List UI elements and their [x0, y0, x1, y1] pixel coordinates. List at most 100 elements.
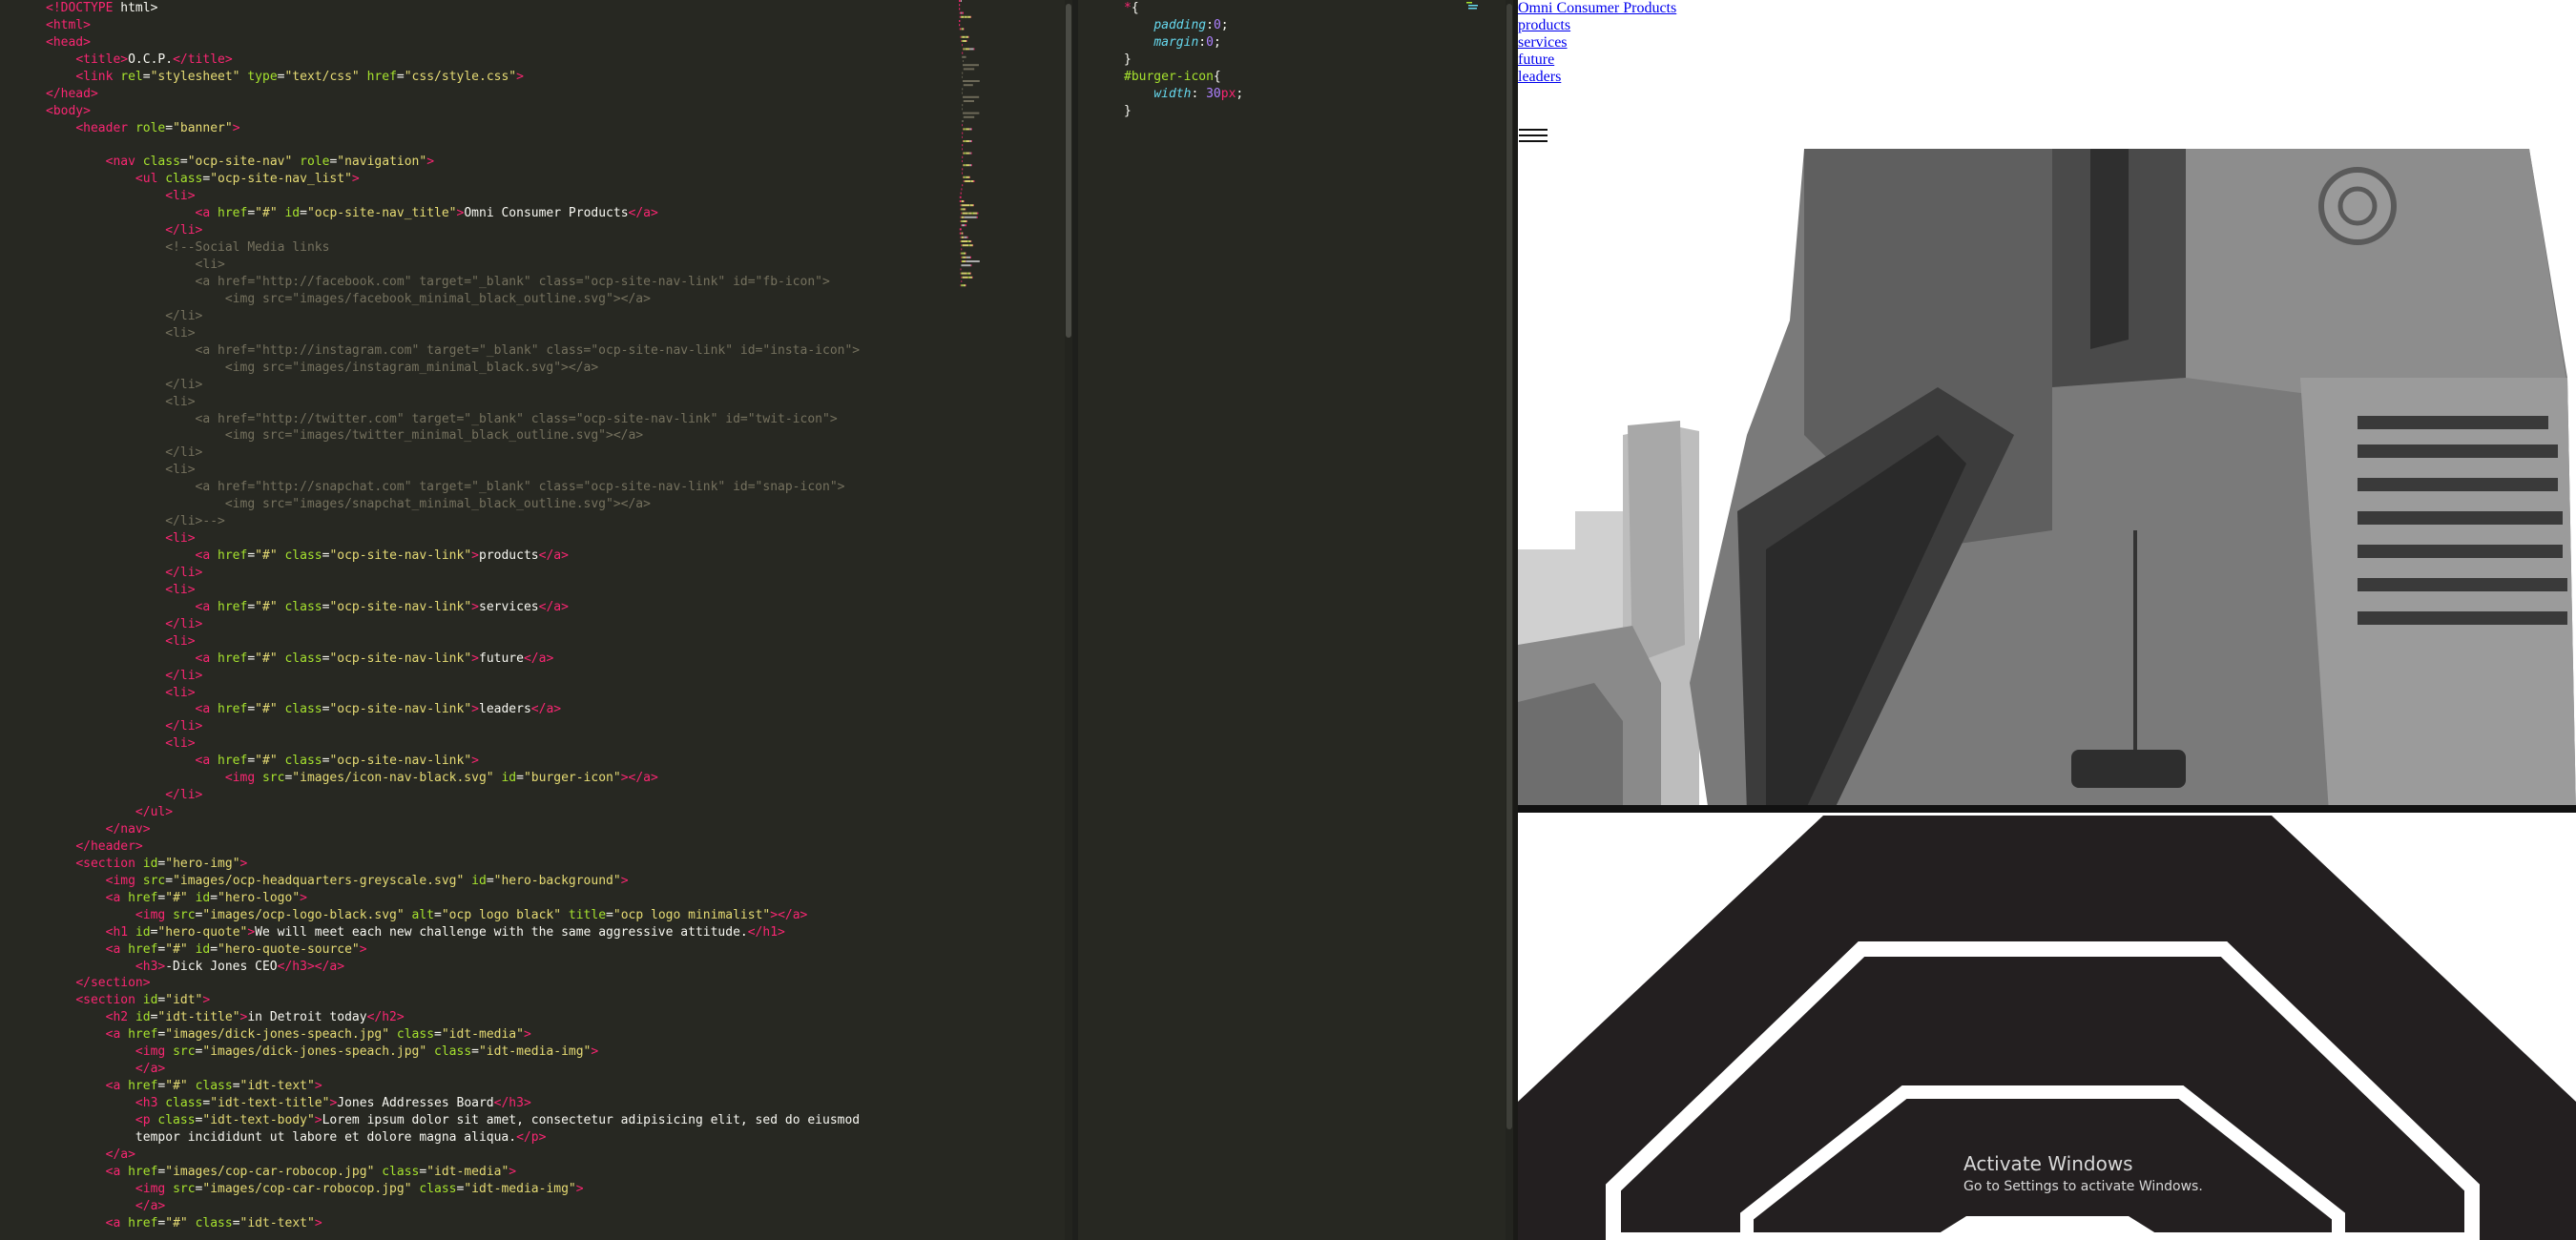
html-code-line[interactable]: 44 <li>	[46, 735, 952, 753]
html-code-line[interactable]: 15 <!--Social Media links	[46, 239, 952, 257]
html-code-line[interactable]: 38 <li>	[46, 633, 952, 651]
html-code-line[interactable]: 11 <ul class="ocp-site-nav_list">	[46, 171, 952, 188]
html-code-line[interactable]: 66 <p class="idt-text-body">Lorem ipsum …	[46, 1112, 952, 1129]
html-code-line[interactable]: 58 </section>	[46, 975, 952, 992]
html-code-line[interactable]: 24 <li>	[46, 394, 952, 411]
html-code-line[interactable]: 52 <img src="images/ocp-headquarters-gre…	[46, 873, 952, 890]
html-code-line[interactable]: 72 <a href="#" class="idt-text">	[46, 1215, 952, 1232]
html-code-line[interactable]: 43 </li>	[46, 718, 952, 735]
html-code-line[interactable]: 34 </li>	[46, 565, 952, 582]
html-code-line[interactable]: 71 </a>	[46, 1198, 952, 1215]
html-code-line[interactable]: 50 </header>	[46, 838, 952, 856]
css-code-line[interactable]: 2 padding:0;	[1124, 17, 1439, 34]
nav-link-products[interactable]: products	[1518, 17, 2576, 34]
html-code-line[interactable]: 39 <a href="#" class="ocp-site-nav-link"…	[46, 651, 952, 668]
html-code-line[interactable]: 35 <li>	[46, 582, 952, 599]
css-code-line[interactable]: 7}	[1124, 103, 1439, 120]
html-code-line[interactable]: 59 <section id="idt">	[46, 992, 952, 1009]
html-code-line[interactable]: 29 <a href="http://snapchat.com" target=…	[46, 479, 952, 496]
html-code-line[interactable]: 27 </li>	[46, 444, 952, 462]
html-code-line[interactable]: 21 <a href="http://instagram.com" target…	[46, 342, 952, 360]
html-code-line[interactable]: 67 tempor incididunt ut labore et dolore…	[46, 1129, 952, 1147]
html-code-line[interactable]: 8 <header role="banner">	[46, 120, 952, 137]
minimap-stroke	[962, 144, 964, 147]
html-code-line[interactable]: 62 <img src="images/dick-jones-speach.jp…	[46, 1044, 952, 1061]
html-code-line[interactable]: 6</head>	[46, 86, 952, 103]
html-code-line[interactable]: 17 <a href="http://facebook.com" target=…	[46, 274, 952, 291]
html-code-line[interactable]: 48 </ul>	[46, 804, 952, 821]
html-code-line[interactable]: 26 <img src="images/twitter_minimal_blac…	[46, 427, 952, 444]
html-code-line[interactable]: 46 <img src="images/icon-nav-black.svg" …	[46, 770, 952, 787]
html-code-line[interactable]: 51 <section id="hero-img">	[46, 856, 952, 873]
browser-preview[interactable]: Omni Consumer Products products services…	[1518, 0, 2576, 1240]
html-code-line[interactable]: 68 </a>	[46, 1147, 952, 1164]
html-code-line[interactable]: 22 <img src="images/instagram_minimal_bl…	[46, 360, 952, 377]
html-code-line[interactable]: 37 </li>	[46, 616, 952, 633]
html-code-line[interactable]: 33 <a href="#" class="ocp-site-nav-link"…	[46, 548, 952, 565]
html-code-line[interactable]: 55 <h1 id="hero-quote">We will meet each…	[46, 924, 952, 941]
html-code-line[interactable]: 45 <a href="#" class="ocp-site-nav-link"…	[46, 753, 952, 770]
html-code-line[interactable]: 31 </li>-->	[46, 513, 952, 530]
html-code-line[interactable]: 56 <a href="#" id="hero-quote-source">	[46, 941, 952, 959]
html-code-line[interactable]: 61 <a href="images/dick-jones-speach.jpg…	[46, 1026, 952, 1044]
html-code-line[interactable]: 19 </li>	[46, 308, 952, 325]
html-code-line[interactable]: 42 <a href="#" class="ocp-site-nav-link"…	[46, 701, 952, 718]
html-code-line[interactable]: 23 </li>	[46, 377, 952, 394]
css-editor-pane[interactable]: 1*{2 padding:0;3 margin:0;4}5#burger-ico…	[1078, 0, 1515, 1240]
html-code-line[interactable]: 16 <li>	[46, 257, 952, 274]
html-code-line[interactable]: 64 <a href="#" class="idt-text">	[46, 1078, 952, 1095]
css-code-line[interactable]: 3 margin:0;	[1124, 34, 1439, 52]
html-code-line[interactable]: 41 <li>	[46, 685, 952, 702]
css-code-line[interactable]: 8	[1124, 120, 1439, 137]
html-code-line[interactable]: 28 <li>	[46, 462, 952, 479]
html-code-line[interactable]: 49 </nav>	[46, 821, 952, 838]
html-code-line[interactable]: 18 <img src="images/facebook_minimal_bla…	[46, 291, 952, 308]
html-code-line[interactable]: 14 </li>	[46, 222, 952, 239]
html-code-line[interactable]: 57 <h3>-Dick Jones CEO</h3></a>	[46, 959, 952, 976]
html-code-line[interactable]: 10 <nav class="ocp-site-nav" role="navig…	[46, 154, 952, 171]
html-code-line[interactable]: 47 </li>	[46, 787, 952, 804]
css-code-line[interactable]: 1*{	[1124, 0, 1439, 17]
html-code-line[interactable]: 54 <img src="images/ocp-logo-black.svg" …	[46, 907, 952, 924]
html-code-line[interactable]: 5 <link rel="stylesheet" type="text/css"…	[46, 69, 952, 86]
html-code-line[interactable]: 53 <a href="#" id="hero-logo">	[46, 890, 952, 907]
html-code-line[interactable]: 3<head>	[46, 34, 952, 52]
html-code-line[interactable]: 1<!DOCTYPE html>	[46, 0, 952, 17]
html-code-line[interactable]: 9	[46, 137, 952, 155]
html-editor-pane[interactable]: 1<!DOCTYPE html>2<html>3<head>4 <title>O…	[0, 0, 1067, 1240]
html-code-line[interactable]: 4 <title>O.C.P.</title>	[46, 52, 952, 69]
nav-title-link[interactable]: Omni Consumer Products	[1518, 0, 2576, 17]
nav-link-services[interactable]: services	[1518, 34, 2576, 52]
html-code-line[interactable]: 12 <li>	[46, 188, 952, 205]
nav-link-leaders[interactable]: leaders	[1518, 69, 2576, 86]
html-code-line[interactable]: 30 <img src="images/snapchat_minimal_bla…	[46, 496, 952, 513]
html-code-line[interactable]: 25 <a href="http://twitter.com" target="…	[46, 411, 952, 428]
css-code-area[interactable]: 1*{2 padding:0;3 margin:0;4}5#burger-ico…	[1124, 0, 1439, 1240]
html-editor-scrollbar[interactable]	[1065, 0, 1072, 1240]
html-code-line[interactable]: 70 <img src="images/cop-car-robocop.jpg"…	[46, 1181, 952, 1198]
scrollbar-thumb[interactable]	[1066, 4, 1071, 338]
code-token: "ocp logo black"	[441, 907, 562, 922]
html-code-line[interactable]: 13 <a href="#" id="ocp-site-nav_title">O…	[46, 205, 952, 222]
nav-link-future[interactable]: future	[1518, 52, 2576, 69]
html-code-line[interactable]: 60 <h2 id="idt-title">in Detroit today</…	[46, 1009, 952, 1026]
css-code-line[interactable]: 6 width: 30px;	[1124, 86, 1439, 103]
html-code-line[interactable]: 65 <h3 class="idt-text-title">Jones Addr…	[46, 1095, 952, 1112]
html-code-line[interactable]: 32 <li>	[46, 530, 952, 548]
html-code-line[interactable]: 40 </li>	[46, 668, 952, 685]
burger-menu-icon[interactable]	[1519, 129, 1548, 148]
html-code-area[interactable]: 1<!DOCTYPE html>2<html>3<head>4 <title>O…	[46, 0, 952, 1240]
html-code-line[interactable]: 69 <a href="images/cop-car-robocop.jpg" …	[46, 1164, 952, 1181]
css-code-line[interactable]: 5#burger-icon{	[1124, 69, 1439, 86]
html-code-line[interactable]: 7<body>	[46, 103, 952, 120]
html-code-line[interactable]: 20 <li>	[46, 325, 952, 342]
css-scrollbar-thumb[interactable]	[1506, 4, 1512, 1129]
css-code-line[interactable]: 4}	[1124, 52, 1439, 69]
code-minimap[interactable]	[959, 0, 1054, 372]
html-code-line[interactable]: 2<html>	[46, 17, 952, 34]
html-code-line[interactable]: 63 </a>	[46, 1061, 952, 1078]
css-minimap[interactable]	[1465, 0, 1493, 19]
html-code-line[interactable]: 36 <a href="#" class="ocp-site-nav-link"…	[46, 599, 952, 616]
css-editor-scrollbar[interactable]	[1506, 0, 1513, 1240]
